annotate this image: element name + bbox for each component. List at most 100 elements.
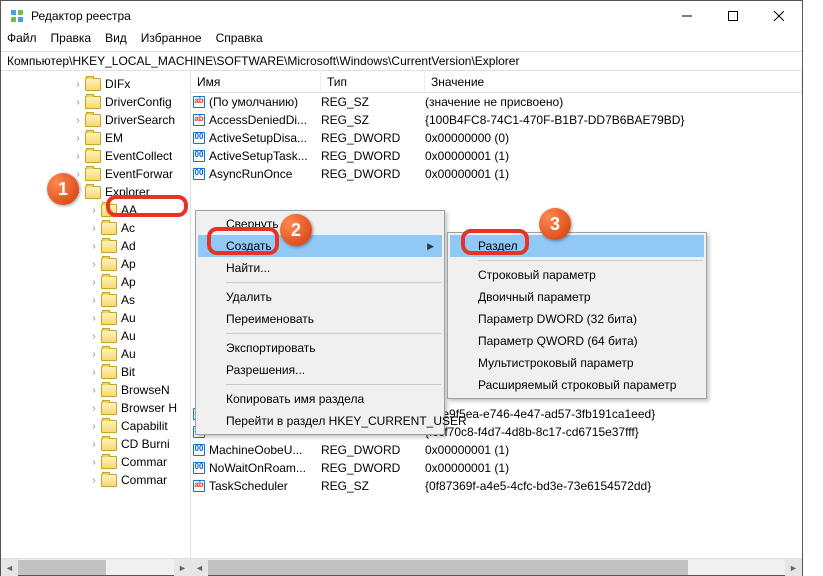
- value-type: REG_SZ: [321, 479, 425, 493]
- expand-icon[interactable]: ›: [73, 133, 83, 144]
- close-button[interactable]: [756, 1, 802, 31]
- ctx-new-key[interactable]: Раздел: [450, 235, 704, 257]
- list-hscroll[interactable]: ◄►: [191, 558, 802, 575]
- tree-item[interactable]: ›Ap: [3, 255, 188, 273]
- expand-icon[interactable]: ›: [89, 457, 99, 468]
- ctx-delete[interactable]: Удалить: [198, 286, 442, 308]
- tree-label: Au: [121, 311, 136, 325]
- expand-icon[interactable]: ›: [89, 403, 99, 414]
- string-value-icon: [193, 480, 205, 492]
- tree-item[interactable]: ›BrowseN: [3, 381, 188, 399]
- expand-icon[interactable]: ›: [89, 331, 99, 342]
- expand-icon[interactable]: ›: [89, 367, 99, 378]
- create-submenu: Раздел Строковый параметр Двоичный парам…: [447, 232, 707, 399]
- ctx-new-dword[interactable]: Параметр DWORD (32 бита): [450, 308, 704, 330]
- tree-item[interactable]: ›Explorer: [3, 183, 188, 201]
- table-row[interactable]: ActiveSetupTask...REG_DWORD0x00000001 (1…: [191, 147, 802, 165]
- ctx-new-qword[interactable]: Параметр QWORD (64 бита): [450, 330, 704, 352]
- tree-item[interactable]: ›EventForwar: [3, 165, 188, 183]
- ctx-find[interactable]: Найти...: [198, 257, 442, 279]
- value-type: REG_SZ: [321, 95, 425, 109]
- maximize-button[interactable]: [710, 1, 756, 31]
- tree-item[interactable]: ›DIFx: [3, 75, 188, 93]
- expand-icon[interactable]: ›: [73, 115, 83, 126]
- folder-icon: [101, 438, 117, 451]
- tree-item[interactable]: ›DriverConfig: [3, 93, 188, 111]
- table-row[interactable]: (По умолчанию)REG_SZ(значение не присвое…: [191, 93, 802, 111]
- folder-icon: [101, 402, 117, 415]
- folder-icon: [85, 96, 101, 109]
- expand-icon[interactable]: ›: [89, 259, 99, 270]
- tree-item[interactable]: ›Au: [3, 327, 188, 345]
- tree-item[interactable]: ›Ac: [3, 219, 188, 237]
- expand-icon[interactable]: ›: [89, 223, 99, 234]
- tree-item[interactable]: ›Au: [3, 345, 188, 363]
- tree-item[interactable]: ›EventCollect: [3, 147, 188, 165]
- menu-file[interactable]: Файл: [7, 31, 37, 49]
- expand-icon[interactable]: ›: [89, 439, 99, 450]
- expand-icon[interactable]: ›: [89, 205, 99, 216]
- ctx-new-string[interactable]: Строковый параметр: [450, 264, 704, 286]
- ctx-copy-key-name[interactable]: Копировать имя раздела: [198, 388, 442, 410]
- folder-icon: [101, 222, 117, 235]
- table-row[interactable]: NoWaitOnRoam...REG_DWORD0x00000001 (1): [191, 459, 802, 477]
- table-row[interactable]: ActiveSetupDisa...REG_DWORD0x00000000 (0…: [191, 129, 802, 147]
- expand-icon[interactable]: ›: [89, 241, 99, 252]
- menu-help[interactable]: Справка: [216, 31, 263, 49]
- minimize-button[interactable]: [664, 1, 710, 31]
- ctx-new-multistring[interactable]: Мультистроковый параметр: [450, 352, 704, 374]
- string-value-icon: [193, 114, 205, 126]
- tree-label: Bit: [121, 365, 135, 379]
- tree-item[interactable]: ›EM: [3, 129, 188, 147]
- ctx-export[interactable]: Экспортировать: [198, 337, 442, 359]
- tree-item[interactable]: ›Browser H: [3, 399, 188, 417]
- folder-icon: [101, 366, 117, 379]
- expand-icon[interactable]: ›: [89, 385, 99, 396]
- col-type[interactable]: Тип: [321, 72, 425, 92]
- table-row[interactable]: TaskSchedulerREG_SZ{0f87369f-a4e5-4cfc-b…: [191, 477, 802, 495]
- expand-icon[interactable]: ›: [89, 421, 99, 432]
- menu-view[interactable]: Вид: [105, 31, 127, 49]
- ctx-rename[interactable]: Переименовать: [198, 308, 442, 330]
- tree-item[interactable]: ›CD Burni: [3, 435, 188, 453]
- ctx-permissions[interactable]: Разрешения...: [198, 359, 442, 381]
- ctx-new-expandstring[interactable]: Расширяемый строковый параметр: [450, 374, 704, 396]
- expand-icon[interactable]: ›: [73, 97, 83, 108]
- tree-hscroll[interactable]: ◄►: [1, 558, 191, 575]
- tree-item[interactable]: › Au: [3, 309, 188, 327]
- tree-item[interactable]: › Bit: [3, 363, 188, 381]
- tree-item[interactable]: ›Capabilit: [3, 417, 188, 435]
- value-data: 0x00000001 (1): [425, 461, 802, 475]
- tree-item[interactable]: ›Ad: [3, 237, 188, 255]
- ctx-collapse[interactable]: Свернуть: [198, 213, 442, 235]
- ctx-new-binary[interactable]: Двоичный параметр: [450, 286, 704, 308]
- tree-item[interactable]: ›Commar: [3, 471, 188, 489]
- table-row[interactable]: MachineOobeU...REG_DWORD0x00000001 (1): [191, 441, 802, 459]
- tree-item[interactable]: ›Ap: [3, 273, 188, 291]
- tree-item[interactable]: ›DriverSearch: [3, 111, 188, 129]
- expand-icon[interactable]: ›: [89, 475, 99, 486]
- expand-icon[interactable]: ›: [89, 313, 99, 324]
- col-name[interactable]: Имя: [191, 72, 321, 92]
- tree-item[interactable]: ›Commar: [3, 453, 188, 471]
- expand-icon[interactable]: ›: [73, 79, 83, 90]
- expand-icon[interactable]: ›: [89, 295, 99, 306]
- table-row[interactable]: AsyncRunOnceREG_DWORD0x00000001 (1): [191, 165, 802, 183]
- value-name: TaskScheduler: [209, 479, 288, 493]
- key-tree[interactable]: ›DIFx›DriverConfig›DriverSearch›EM›Event…: [1, 71, 191, 558]
- expand-icon[interactable]: ›: [89, 277, 99, 288]
- col-value[interactable]: Значение: [425, 72, 802, 92]
- menu-favorites[interactable]: Избранное: [141, 31, 202, 49]
- expand-icon[interactable]: ›: [73, 187, 83, 198]
- address-bar[interactable]: Компьютер\HKEY_LOCAL_MACHINE\SOFTWARE\Mi…: [1, 51, 802, 71]
- titlebar[interactable]: Редактор реестра: [1, 1, 802, 31]
- menu-edit[interactable]: Правка: [51, 31, 92, 49]
- ctx-goto-hkcu[interactable]: Перейти в раздел HKEY_CURRENT_USER: [198, 410, 442, 432]
- tree-item[interactable]: ›AA: [3, 201, 188, 219]
- table-row[interactable]: AccessDeniedDi...REG_SZ{100B4FC8-74C1-47…: [191, 111, 802, 129]
- expand-icon[interactable]: ›: [73, 169, 83, 180]
- tree-item[interactable]: ›As: [3, 291, 188, 309]
- expand-icon[interactable]: ›: [73, 151, 83, 162]
- expand-icon[interactable]: ›: [89, 349, 99, 360]
- ctx-create[interactable]: Создать▶: [198, 235, 442, 257]
